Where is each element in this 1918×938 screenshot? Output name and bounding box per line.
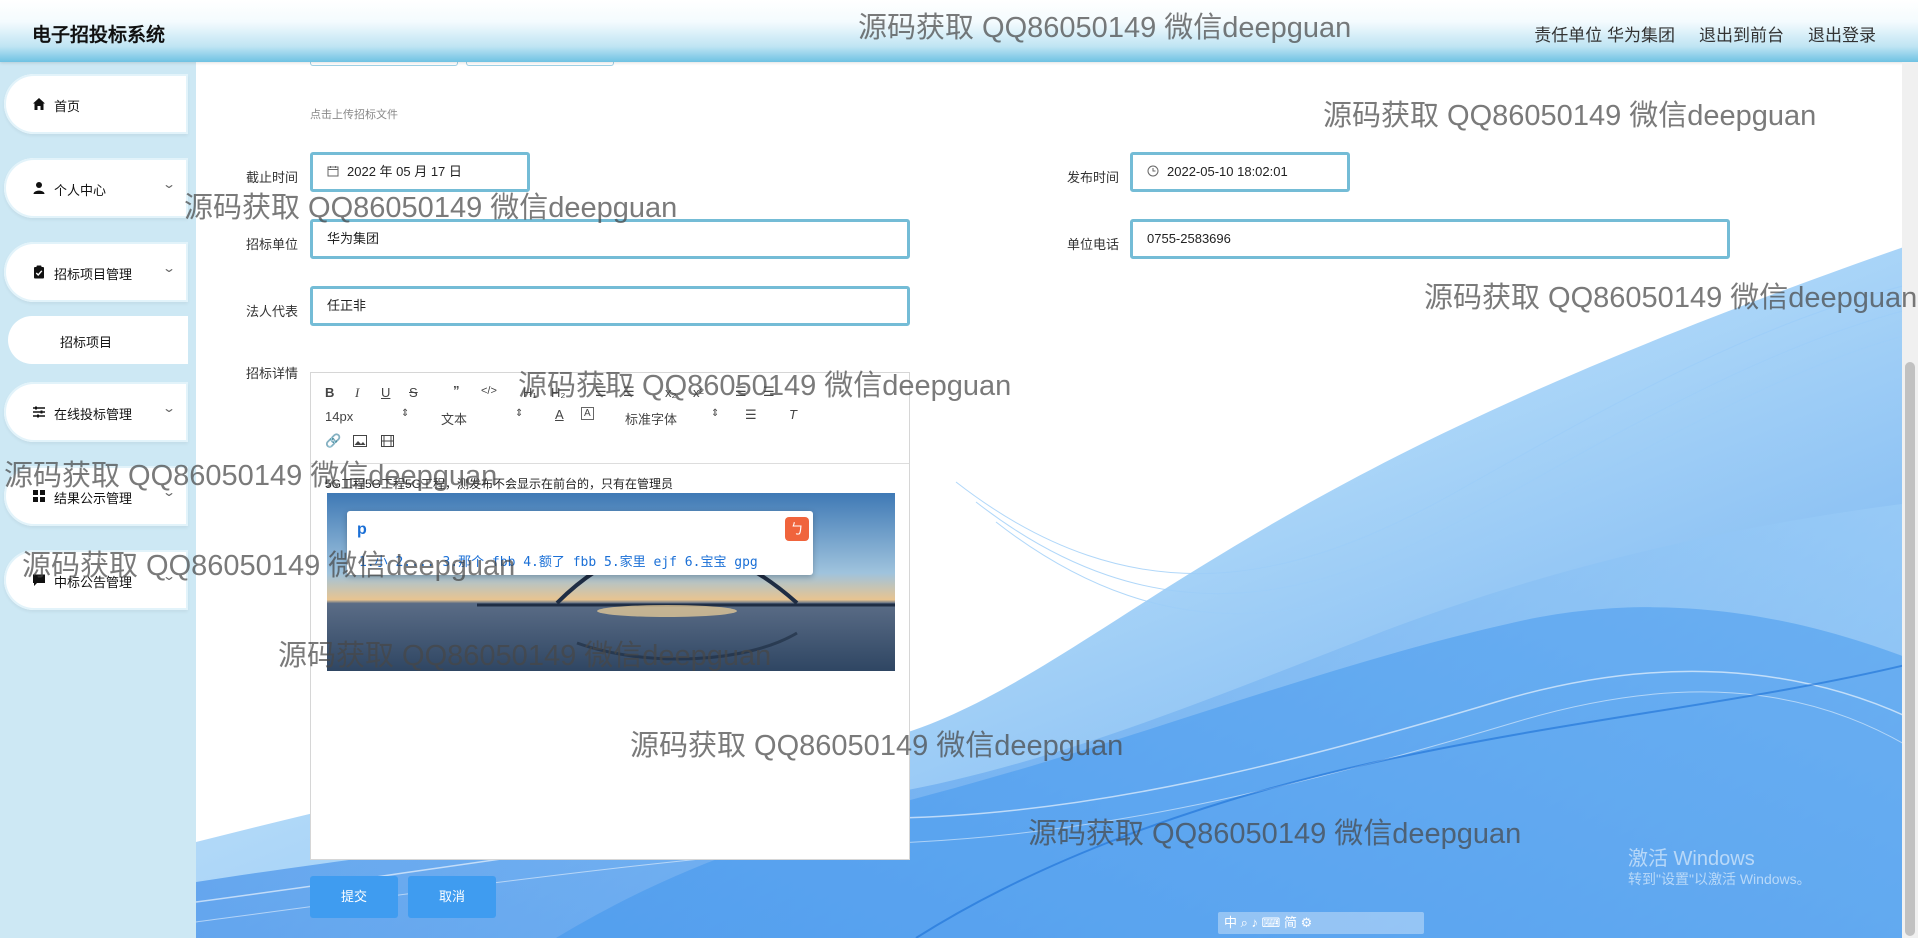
chevron-down-icon: ⌄ <box>161 401 177 415</box>
ime-logo-icon: ㄅ <box>785 517 809 541</box>
sidebar-item-label: 个人中心 <box>54 183 107 198</box>
grid-icon <box>33 490 45 502</box>
sidebar-item-label: 结果公示管理 <box>54 491 133 506</box>
sidebar-item-home[interactable]: 首页 <box>4 74 188 134</box>
chevron-updown-icon: ⇕ <box>401 408 410 419</box>
underline-icon[interactable]: U <box>381 385 390 400</box>
deadline-label: 截止时间 <box>245 170 298 185</box>
chevron-down-icon: ⌄ <box>161 177 177 191</box>
legal-rep-label: 法人代表 <box>245 304 298 319</box>
editor-content-text: 5G工程5G工程5G工程，测发布不会显示在前台的，只有在管理员 <box>325 477 674 491</box>
heading1-icon[interactable]: H₁ <box>523 385 537 400</box>
ime-toolbar[interactable]: 中 ⌕ ♪ ⌨ 简 ⚙ <box>1218 912 1424 934</box>
font-color-icon[interactable]: A <box>555 407 564 422</box>
italic-icon[interactable]: I <box>355 385 359 401</box>
chevron-updown-icon: ⇕ <box>515 408 524 419</box>
logout-link[interactable]: 退出登录 <box>1808 21 1876 46</box>
editor-embedded-image: p 1.小 2.... 3.那个 fbb 4.额了 fbb 5.家里 ejf 6… <box>327 493 895 671</box>
sidebar-item-award-notice-mgmt[interactable]: 中标公告管理 ⌄ <box>4 550 188 610</box>
publish-time-picker[interactable]: 2022-05-10 18:02:01 <box>1130 152 1350 192</box>
sidebar-item-bid-project-mgmt[interactable]: 招标项目管理 ⌄ <box>4 242 188 302</box>
superscript-icon[interactable]: x² <box>693 385 704 400</box>
calendar-icon <box>327 166 339 177</box>
bid-unit-input[interactable]: 华为集团 <box>310 219 910 259</box>
strike-icon[interactable]: S <box>409 385 418 400</box>
ordered-list-icon[interactable]: ☰ <box>595 384 607 400</box>
video-icon[interactable] <box>381 435 394 447</box>
bid-detail-label: 招标详情 <box>245 366 298 381</box>
sidebar-item-online-bid-mgmt[interactable]: 在线投标管理 ⌄ <box>4 382 188 442</box>
indent-icon[interactable]: ☰ <box>763 384 775 400</box>
bid-unit-label: 招标单位 <box>245 237 298 252</box>
text-style-select[interactable]: 文本 <box>441 409 467 428</box>
windows-activate-title: 激活 Windows <box>1628 848 1755 870</box>
sidebar-item-label: 在线投标管理 <box>54 407 133 422</box>
page-scrollbar[interactable] <box>1902 62 1918 938</box>
subscript-icon[interactable]: x₂ <box>665 385 677 400</box>
upload-area-edge <box>310 62 458 66</box>
image-icon[interactable] <box>353 435 367 447</box>
ime-candidates[interactable]: 1.小 2.... 3.那个 fbb 4.额了 fbb 5.家里 ejf 6.宝… <box>359 551 758 570</box>
bullet-list-icon[interactable]: ☰ <box>623 384 635 400</box>
chevron-down-icon: ⌄ <box>161 569 177 583</box>
deadline-date-picker[interactable]: 2022 年 05 月 17 日 <box>310 152 530 192</box>
message-icon <box>33 574 45 586</box>
back-to-front-link[interactable]: 退出到前台 <box>1699 21 1784 46</box>
rich-text-editor[interactable]: B I U S ” </> H₁ H₂ ☰ ☰ x₂ x² ☰ ☰ 14px ⇕… <box>310 372 910 860</box>
windows-activate-hint: 转到"设置"以激活 Windows。 <box>1628 871 1811 887</box>
heading2-icon[interactable]: H₂ <box>551 385 565 400</box>
clock-icon <box>1147 165 1159 177</box>
sidebar: 首页 个人中心 ⌄ 招标项目管理 ⌄ 招标项目 在线投标管理 ⌄ 结果公示管理 … <box>0 62 196 938</box>
sidebar-item-personal-center[interactable]: 个人中心 ⌄ <box>4 158 188 218</box>
app-title: 电子招投标系统 <box>32 25 166 46</box>
align-icon[interactable]: ☰ <box>745 407 757 423</box>
responsible-unit-link[interactable]: 责任单位 华为集团 <box>1534 21 1675 46</box>
font-size-select[interactable]: 14px <box>325 409 353 424</box>
sidebar-item-label: 中标公告管理 <box>54 575 133 590</box>
legal-rep-input[interactable]: 任正非 <box>310 286 910 326</box>
bold-icon[interactable]: B <box>325 385 334 400</box>
header-nav: 责任单位 华为集团 退出到前台 退出登录 <box>1534 21 1876 46</box>
code-icon[interactable]: </> <box>481 385 497 397</box>
unit-phone-label: 单位电话 <box>1066 237 1119 252</box>
top-header: 电子招投标系统 责任单位 华为集团 退出到前台 退出登录 <box>0 0 1918 62</box>
upload-area-edge <box>466 62 614 66</box>
sidebar-subitem-label: 招标项目 <box>60 335 113 350</box>
sidebar-item-label: 招标项目管理 <box>54 267 133 282</box>
sidebar-item-result-publicity-mgmt[interactable]: 结果公示管理 ⌄ <box>4 466 188 526</box>
ime-composition: p <box>357 521 367 538</box>
publish-time-label: 发布时间 <box>1066 170 1119 185</box>
sidebar-subitem-bid-project[interactable]: 招标项目 <box>8 316 188 364</box>
upload-hint[interactable]: 点击上传招标文件 <box>310 106 398 122</box>
font-family-select[interactable]: 标准字体 <box>625 409 677 428</box>
sliders-icon <box>33 406 45 418</box>
unit-phone-input[interactable]: 0755-2583696 <box>1130 219 1730 259</box>
chevron-down-icon: ⌄ <box>161 485 177 499</box>
cancel-button[interactable]: 取消 <box>408 876 496 918</box>
link-icon[interactable]: 🔗 <box>325 433 341 449</box>
ime-candidate-popup[interactable]: p 1.小 2.... 3.那个 fbb 4.额了 fbb 5.家里 ejf 6… <box>347 511 813 575</box>
clear-format-icon[interactable]: T <box>789 407 797 422</box>
deadline-value: 2022 年 05 月 17 日 <box>347 164 462 179</box>
blockquote-icon[interactable]: ” <box>453 383 460 398</box>
chevron-down-icon: ⌄ <box>161 261 177 275</box>
scrollbar-thumb[interactable] <box>1905 362 1915 936</box>
outdent-icon[interactable]: ☰ <box>735 384 747 400</box>
home-icon <box>33 98 45 110</box>
chevron-updown-icon: ⇕ <box>711 408 720 419</box>
clipboard-icon <box>34 265 44 279</box>
publish-time-value: 2022-05-10 18:02:01 <box>1167 164 1288 179</box>
background-color-icon[interactable]: A <box>581 407 594 420</box>
sidebar-item-label: 首页 <box>54 99 81 114</box>
submit-button[interactable]: 提交 <box>310 876 398 918</box>
user-icon <box>33 182 45 194</box>
editor-toolbar: B I U S ” </> H₁ H₂ ☰ ☰ x₂ x² ☰ ☰ 14px ⇕… <box>311 373 909 464</box>
